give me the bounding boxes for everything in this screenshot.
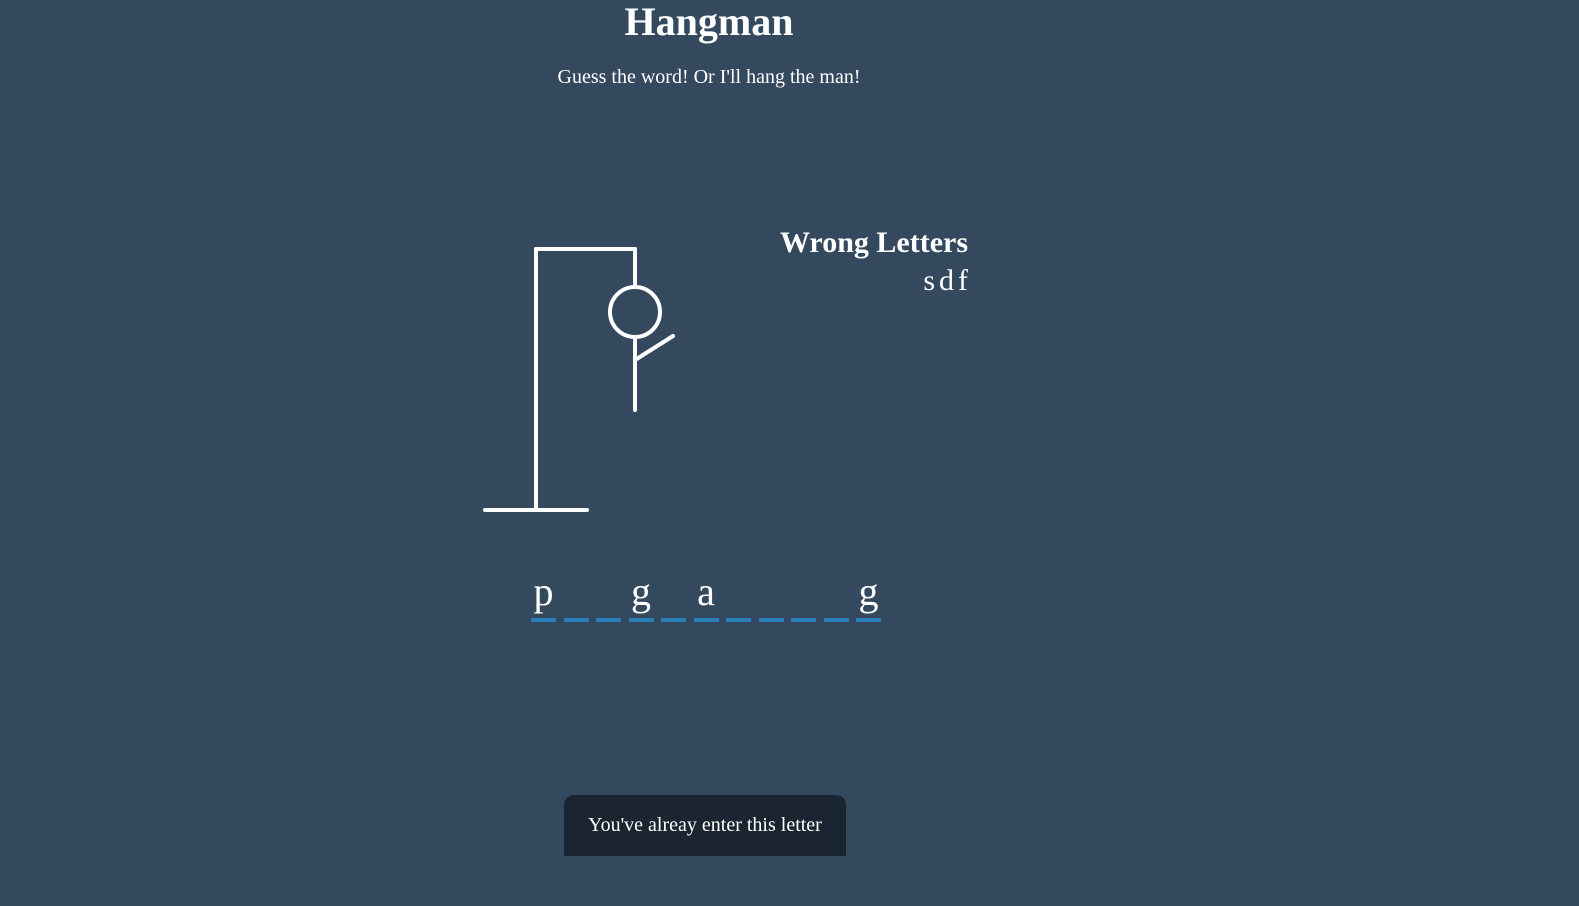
word-letter xyxy=(823,567,849,622)
word-letter xyxy=(726,567,751,622)
word-letter xyxy=(758,567,784,622)
wrong-letters-title: Wrong Letters xyxy=(779,226,968,259)
word-display: p g a g xyxy=(531,567,881,622)
word-letter: a xyxy=(693,567,719,622)
word-letter: p xyxy=(531,567,556,622)
wrong-letter: s xyxy=(923,264,935,297)
word-letter: g xyxy=(628,567,654,622)
wrong-letter: d xyxy=(939,264,954,297)
wrong-letters-list: sdf xyxy=(760,264,968,298)
notification-text: You've alreay enter this letter xyxy=(588,814,822,836)
hangman-figure xyxy=(483,247,675,512)
word-letter: g xyxy=(856,567,881,622)
notification-toast: You've alreay enter this letter xyxy=(564,795,846,856)
figure-head xyxy=(608,285,662,339)
wrong-letter: f xyxy=(958,264,968,297)
word-letter xyxy=(791,567,816,622)
page-title: Hangman xyxy=(624,0,794,44)
wrong-letters-panel: Wrong Letters sdf xyxy=(760,226,968,298)
word-letter xyxy=(661,567,686,622)
word-letter xyxy=(563,567,589,622)
word-letter xyxy=(596,567,621,622)
page-subtitle: Guess the word! Or I'll hang the man! xyxy=(557,66,861,88)
hangman-page: Hangman Guess the word! Or I'll hang the… xyxy=(0,0,1579,906)
figure-left-arm xyxy=(633,334,675,362)
